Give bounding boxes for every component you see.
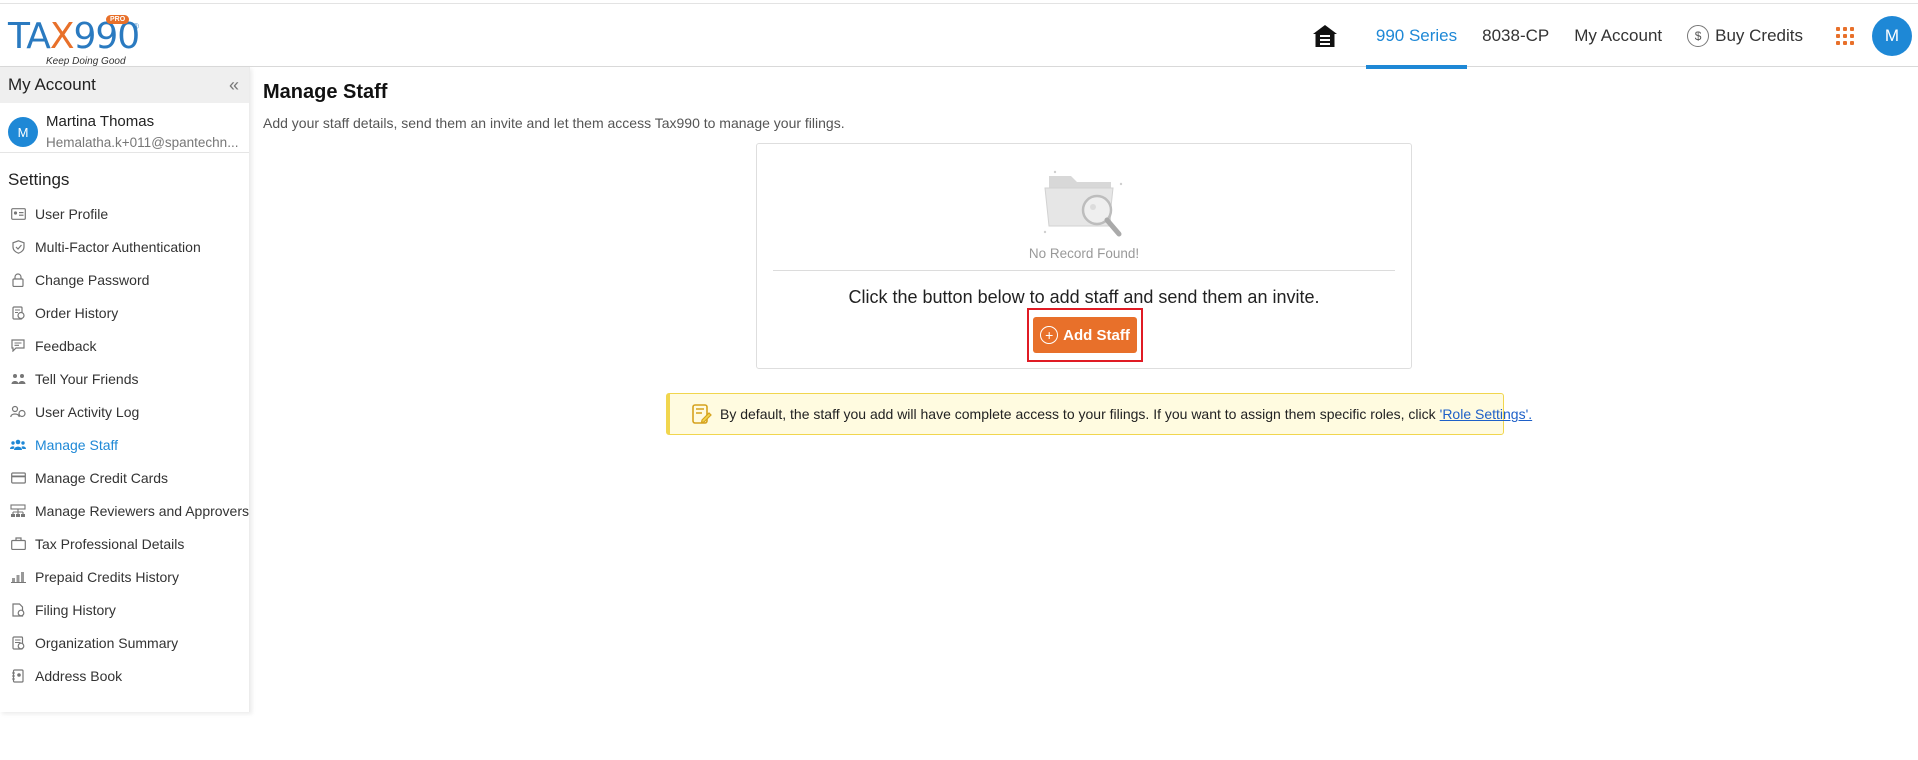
sidebar-header: My Account «	[0, 67, 249, 103]
add-staff-highlight: + Add Staff	[1027, 308, 1143, 362]
sidebar-item-order-history[interactable]: Order History	[0, 296, 249, 329]
filing-history-icon	[10, 602, 26, 617]
sidebar-item-organization-summary[interactable]: Organization Summary	[0, 626, 249, 659]
sidebar-item-label: User Activity Log	[35, 403, 140, 420]
sidebar-item-label: Change Password	[35, 271, 150, 288]
notice-text: By default, the staff you add will have …	[720, 406, 1436, 422]
buy-credits-link[interactable]: $ Buy Credits	[1677, 4, 1813, 68]
collapse-sidebar-icon[interactable]: «	[229, 75, 239, 96]
sidebar-item-tell-your-friends[interactable]: Tell Your Friends	[0, 362, 249, 395]
sidebar-item-filing-history[interactable]: Filing History	[0, 593, 249, 626]
logo-tagline: Keep Doing Good	[46, 56, 126, 67]
sidebar-item-feedback[interactable]: Feedback	[0, 329, 249, 362]
add-staff-button[interactable]: + Add Staff	[1033, 317, 1137, 353]
settings-heading: Settings	[8, 170, 70, 189]
sidebar-item-label: Organization Summary	[35, 634, 179, 651]
user-name: Martina Thomas	[46, 113, 155, 130]
page-description: Add your staff details, send them an inv…	[263, 115, 845, 131]
buy-credits-label: Buy Credits	[1715, 26, 1803, 45]
sidebar-item-label: Multi-Factor Authentication	[35, 238, 201, 255]
top-header: TAX990 PRO ® Keep Doing Good 990 Series …	[0, 3, 1918, 69]
nav-990-series[interactable]: 990 Series	[1365, 4, 1468, 69]
sidebar-title: My Account	[8, 75, 96, 94]
sidebar-item-user-activity-log[interactable]: User Activity Log	[0, 395, 249, 428]
sidebar-item-multi-factor-authentication[interactable]: Multi-Factor Authentication	[0, 230, 249, 263]
note-icon	[690, 403, 712, 425]
sidebar-item-tax-professional-details[interactable]: Tax Professional Details	[0, 527, 249, 560]
plus-circle-icon: +	[1040, 326, 1059, 344]
divider	[773, 270, 1395, 271]
activity-log-icon	[10, 405, 26, 418]
user-email: Hemalatha.k+011@spantechn...	[46, 135, 239, 150]
lock-icon	[10, 272, 26, 287]
sidebar-item-manage-credit-cards[interactable]: Manage Credit Cards	[0, 461, 249, 494]
reviewers-icon	[10, 503, 26, 517]
sidebar-item-label: Filing History	[35, 601, 116, 618]
empty-folder-search-icon	[1041, 162, 1131, 247]
top-nav: 990 Series 8038-CP My Account $ Buy Cred…	[1311, 4, 1918, 69]
sidebar-item-manage-reviewers-and-approvers[interactable]: Manage Reviewers and Approvers	[0, 494, 249, 527]
sidebar-item-label: Tax Professional Details	[35, 535, 185, 552]
sidebar-item-label: Manage Credit Cards	[35, 469, 169, 486]
sidebar-item-user-profile[interactable]: User Profile	[0, 197, 249, 230]
staff-empty-card: No Record Found! Click the button below …	[756, 143, 1412, 369]
home-icon[interactable]	[1311, 22, 1339, 50]
shield-check-icon	[10, 239, 26, 254]
role-notice-banner: By default, the staff you add will have …	[666, 393, 1532, 435]
role-settings-link[interactable]: 'Role Settings'.	[1440, 406, 1533, 422]
prepaid-credits-icon	[10, 570, 26, 583]
nav-my-account[interactable]: My Account	[1564, 4, 1672, 68]
sidebar-item-label: Address Book	[35, 667, 123, 684]
pro-badge: PRO	[106, 15, 130, 24]
organization-summary-icon	[10, 635, 26, 650]
add-staff-label: Add Staff	[1063, 326, 1130, 344]
page-title: Manage Staff	[263, 81, 388, 103]
sidebar-item-manage-staff[interactable]: Manage Staff	[0, 428, 249, 461]
order-history-icon	[10, 305, 26, 320]
staff-icon	[10, 438, 26, 451]
briefcase-icon	[10, 537, 26, 550]
sidebar-item-label: Prepaid Credits History	[35, 568, 179, 585]
tax990-logo[interactable]: TAX990 PRO ® Keep Doing Good	[8, 10, 148, 67]
coin-icon: $	[1687, 25, 1710, 47]
friends-icon	[10, 372, 26, 385]
sidebar-item-address-book[interactable]: Address Book	[0, 659, 249, 692]
sidebar-item-label: User Profile	[35, 205, 109, 222]
credit-card-icon	[10, 471, 26, 484]
apps-grid-icon[interactable]	[1836, 27, 1854, 45]
account-sidebar: My Account « M Martina Thomas Hemalatha.…	[0, 67, 250, 712]
sidebar-item-label: Order History	[35, 304, 119, 321]
user-avatar[interactable]: M	[1872, 16, 1912, 56]
no-record-text: No Record Found!	[1028, 246, 1140, 261]
registered-mark: ®	[133, 22, 139, 31]
sidebar-item-label: Tell Your Friends	[35, 370, 139, 387]
nav-8038-cp[interactable]: 8038-CP	[1472, 4, 1559, 68]
address-book-icon	[10, 668, 26, 683]
sidebar-user-card: M Martina Thomas Hemalatha.k+011@spantec…	[0, 103, 249, 153]
id-card-icon	[10, 207, 26, 220]
sidebar-item-label: Manage Reviewers and Approvers	[35, 502, 250, 519]
sidebar-item-label: Feedback	[35, 337, 97, 354]
add-staff-prompt: Click the button below to add staff and …	[848, 287, 1320, 307]
sidebar-item-prepaid-credits-history[interactable]: Prepaid Credits History	[0, 560, 249, 593]
sidebar-item-label: Manage Staff	[35, 436, 119, 453]
feedback-icon	[10, 339, 26, 352]
avatar: M	[8, 117, 38, 147]
sidebar-item-change-password[interactable]: Change Password	[0, 263, 249, 296]
